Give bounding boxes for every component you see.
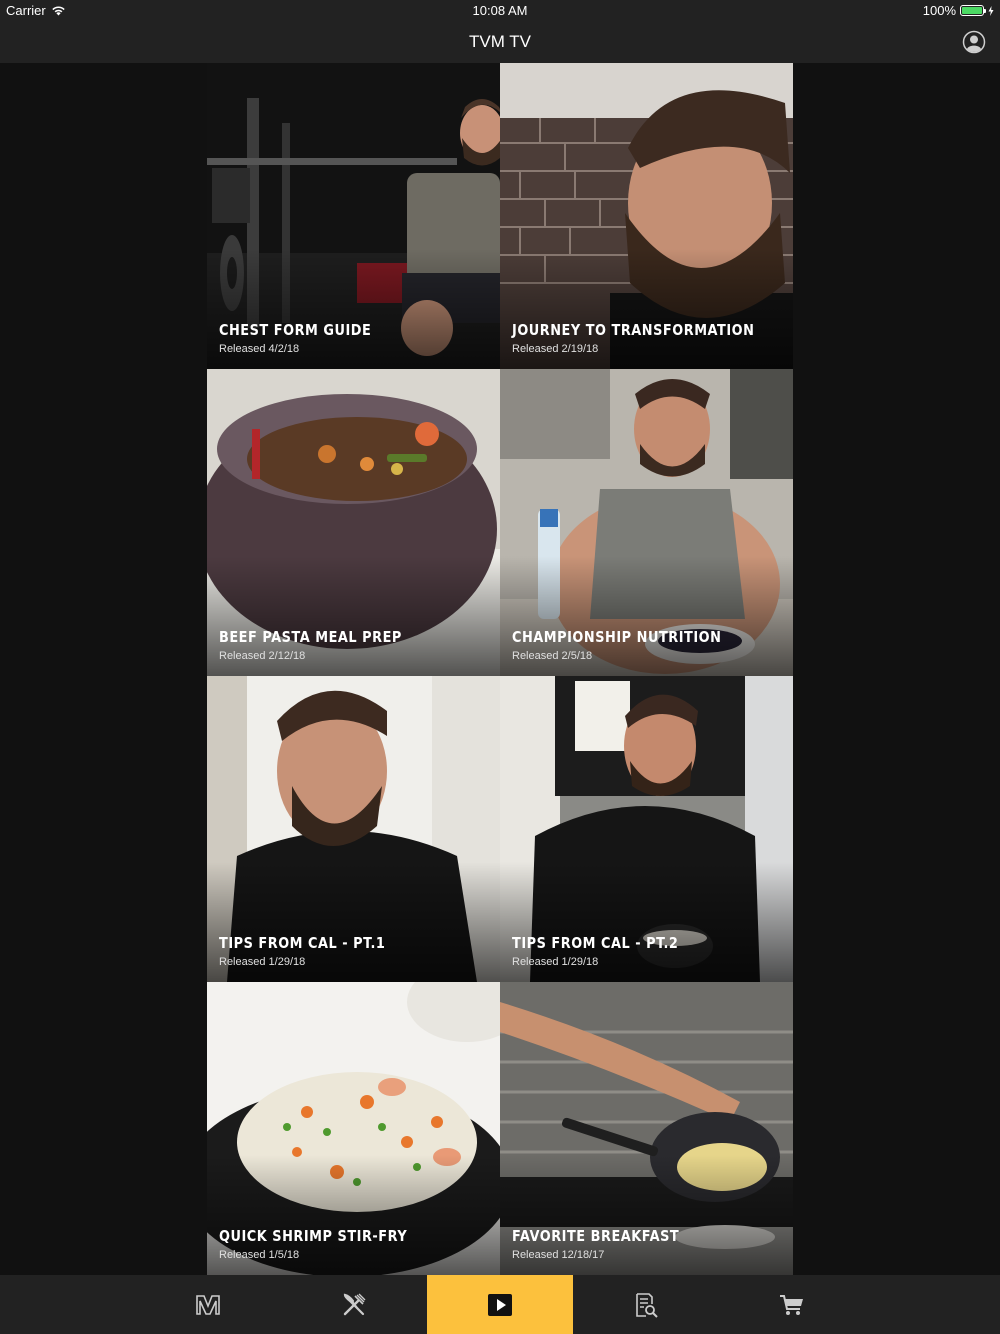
video-tile[interactable]: FAVORITE BREAKFAST Released 12/18/17 — [500, 982, 793, 1275]
tab-home[interactable] — [135, 1275, 281, 1334]
clock: 10:08 AM — [472, 3, 528, 18]
video-release-date: Released 1/29/18 — [512, 956, 599, 968]
tab-bar — [0, 1275, 1000, 1334]
video-tile[interactable]: QUICK SHRIMP STIR-FRY Released 1/5/18 — [207, 982, 500, 1275]
battery-icon — [960, 5, 986, 16]
tab-nutrition[interactable] — [281, 1275, 427, 1334]
video-tile[interactable]: TIPS FROM CAL - PT.2 Released 1/29/18 — [500, 676, 793, 982]
video-release-date: Released 2/12/18 — [219, 650, 306, 662]
video-title: TIPS FROM CAL - PT.2 — [512, 934, 679, 952]
video-title: CHAMPIONSHIP NUTRITION — [512, 628, 722, 646]
tab-programs[interactable] — [573, 1275, 719, 1334]
video-release-date: Released 1/5/18 — [219, 1249, 300, 1261]
video-title: CHEST FORM GUIDE — [219, 321, 372, 339]
navigation-bar: TVM TV — [0, 22, 1000, 63]
document-search-icon — [636, 1292, 658, 1318]
video-release-date: Released 4/2/18 — [219, 343, 300, 355]
video-title: TIPS FROM CAL - PT.1 — [219, 934, 386, 952]
charging-bolt-icon — [988, 5, 994, 16]
video-release-date: Released 1/29/18 — [219, 956, 306, 968]
tvm-logo-icon — [196, 1294, 220, 1315]
battery-status: 100% — [923, 3, 994, 18]
video-release-date: Released 2/5/18 — [512, 650, 593, 662]
video-release-date: Released 12/18/17 — [512, 1249, 605, 1261]
video-tile[interactable]: TIPS FROM CAL - PT.1 Released 1/29/18 — [207, 676, 500, 982]
play-icon — [488, 1293, 512, 1316]
cart-icon — [780, 1294, 803, 1315]
video-grid: CHEST FORM GUIDE Released 4/2/18 JOURNEY… — [207, 63, 793, 1275]
tab-videos[interactable] — [427, 1275, 573, 1334]
video-release-date: Released 2/19/18 — [512, 343, 599, 355]
profile-icon[interactable] — [962, 30, 986, 54]
page-title: TVM TV — [468, 32, 532, 51]
status-bar: Carrier 10:08 AM 100% — [0, 0, 1000, 22]
tab-shop[interactable] — [719, 1275, 865, 1334]
fork-knife-icon — [343, 1293, 366, 1315]
video-title: QUICK SHRIMP STIR-FRY — [219, 1227, 408, 1245]
video-tile[interactable]: CHEST FORM GUIDE Released 4/2/18 — [207, 63, 500, 369]
video-title: BEEF PASTA MEAL PREP — [219, 628, 402, 646]
video-tile[interactable]: JOURNEY TO TRANSFORMATION Released 2/19/… — [500, 63, 793, 369]
video-title: FAVORITE BREAKFAST — [512, 1227, 680, 1245]
video-title: JOURNEY TO TRANSFORMATION — [512, 321, 755, 339]
battery-percent: 100% — [922, 3, 956, 18]
video-tile[interactable]: CHAMPIONSHIP NUTRITION Released 2/5/18 — [500, 369, 793, 676]
video-tile[interactable]: BEEF PASTA MEAL PREP Released 2/12/18 — [207, 369, 500, 676]
